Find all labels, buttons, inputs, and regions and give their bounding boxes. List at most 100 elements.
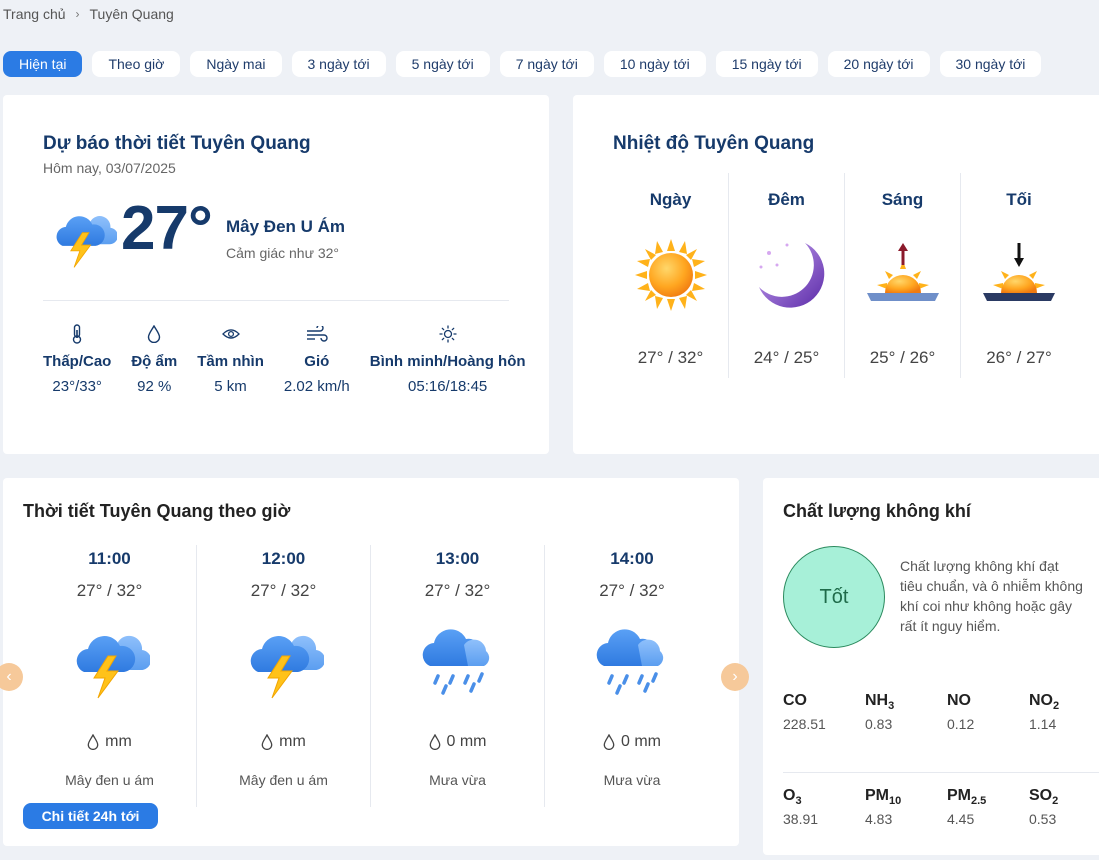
hour-rain-value: 0 mm <box>621 733 661 750</box>
stat-value: 5 km <box>214 378 247 395</box>
pollutant-value: 0.12 <box>947 716 975 733</box>
sunrise-icon <box>867 243 939 301</box>
current-weather-card: Dự báo thời tiết Tuyên Quang Hôm nay, 03… <box>3 95 549 454</box>
breadcrumb: Trang chủ › Tuyên Quang <box>3 6 174 22</box>
forecast-range-tabs: Hiện tại Theo giờ Ngày mai 3 ngày tới 5 … <box>3 51 1042 77</box>
breadcrumb-current: Tuyên Quang <box>89 6 174 22</box>
pollutant-value: 4.45 <box>947 811 975 828</box>
hour-temperature: 27° / 32° <box>599 581 665 600</box>
pollutant-name: PM2.5 <box>947 787 987 808</box>
current-weather-title: Dự báo thời tiết Tuyên Quang <box>43 133 311 154</box>
stat-visibility: Tầm nhìn 5 km <box>187 323 274 395</box>
period-label: Tối <box>1006 190 1032 209</box>
temperature-card: Nhiệt độ Tuyên Quang Ngày 27° / 32° Đêm … <box>573 95 1099 454</box>
hour-item: 11:00 27° / 32° mm Mây đen u ám <box>23 545 197 807</box>
hour-temperature: 27° / 32° <box>250 581 317 600</box>
breadcrumb-home-link[interactable]: Trang chủ <box>3 6 66 22</box>
pollutant-name: NO <box>947 692 971 709</box>
pollutant-co: CO 228.51 <box>783 692 865 772</box>
hour-description: Mây đen u ám <box>65 772 154 788</box>
tab-5-ngay[interactable]: 5 ngày tới <box>395 51 490 77</box>
pollutant-nh3: NH3 0.83 <box>865 692 947 772</box>
tab-30-ngay[interactable]: 30 ngày tới <box>939 51 1042 77</box>
period-temperature: 27° / 32° <box>637 348 704 367</box>
pollutant-name: SO2 <box>1029 787 1059 808</box>
thunderstorm-cloud-icon <box>70 620 150 700</box>
hourly-title: Thời tiết Tuyên Quang theo giờ <box>23 501 291 521</box>
pollutant-value: 38.91 <box>783 811 819 828</box>
tab-ngay-mai[interactable]: Ngày mai <box>190 51 282 77</box>
air-quality-description: Chất lượng không khí đạt tiêu chuẩn, và … <box>900 558 1083 634</box>
period-temperature: 25° / 26° <box>869 348 936 367</box>
detail-24h-button[interactable]: Chi tiết 24h tới <box>23 803 158 829</box>
chevron-right-icon: › <box>75 7 80 21</box>
rain-drop-icon <box>603 734 615 750</box>
tab-3-ngay[interactable]: 3 ngày tới <box>291 51 386 77</box>
visibility-eye-icon <box>197 323 264 345</box>
pollutant-name: NO2 <box>1029 692 1060 713</box>
rain-drop-icon <box>87 734 99 750</box>
stat-value: 2.02 km/h <box>283 378 350 395</box>
rain-cloud-icon <box>418 620 498 700</box>
rain-drop-icon <box>429 734 440 750</box>
pollutant-value: 1.14 <box>1029 716 1057 733</box>
tab-7-ngay[interactable]: 7 ngày tới <box>499 51 594 77</box>
stat-label: Bình minh/Hoàng hôn <box>369 353 526 370</box>
stat-low-high: Thấp/Cao 23°/33° <box>33 323 121 395</box>
tab-15-ngay[interactable]: 15 ngày tới <box>715 51 818 77</box>
period-evening: Tối 26° / 27° <box>961 173 1077 378</box>
pollutant-value: 0.83 <box>865 716 893 733</box>
hour-rain-value: mm <box>279 733 306 750</box>
stat-value: 05:16/18:45 <box>408 378 488 395</box>
hour-rain: 0 mm <box>371 733 544 751</box>
pollutant-value: 228.51 <box>783 716 826 733</box>
air-quality-card: Chất lượng không khí Tốt Chất lượng khôn… <box>763 478 1099 855</box>
period-label: Đêm <box>768 190 805 209</box>
sunset-icon <box>983 243 1055 301</box>
moon-icon <box>759 243 825 308</box>
hour-rain: mm <box>197 733 370 751</box>
current-date: Hôm nay, 03/07/2025 <box>43 160 176 176</box>
thunderstorm-cloud-icon <box>51 203 117 269</box>
tab-theo-gio[interactable]: Theo giờ <box>92 51 181 77</box>
prev-arrow-button[interactable]: ‹ <box>0 663 23 691</box>
hour-item: 12:00 27° / 32° mm Mây đen u ám <box>197 545 371 807</box>
period-temperature: 26° / 27° <box>986 348 1052 367</box>
pollutant-no: NO 0.12 <box>947 692 1029 772</box>
air-quality-title: Chất lượng không khí <box>783 501 971 521</box>
feels-like: Cảm giác như 32° <box>226 245 340 261</box>
hour-description: Mưa vừa <box>429 772 486 788</box>
stat-label: Gió <box>304 353 330 370</box>
tab-20-ngay[interactable]: 20 ngày tới <box>827 51 930 77</box>
sun-icon <box>635 239 707 311</box>
divider <box>43 300 509 301</box>
hour-item: 13:00 27° / 32° 0 mm Mưa vừa <box>371 545 545 807</box>
pollutant-name: O3 <box>783 787 802 808</box>
stat-value: 92 % <box>137 378 172 395</box>
hour-rain: mm <box>23 733 196 751</box>
tab-10-ngay[interactable]: 10 ngày tới <box>603 51 706 77</box>
tab-hien-tai[interactable]: Hiện tại <box>3 51 83 77</box>
stat-label: Thấp/Cao <box>43 353 112 370</box>
period-label: Sáng <box>881 190 924 209</box>
next-arrow-button[interactable]: › <box>721 663 749 691</box>
hour-time: 13:00 <box>435 549 480 568</box>
hour-time: 12:00 <box>261 549 306 568</box>
air-quality-status-badge: Tốt <box>783 546 885 648</box>
stat-sunrise-sunset: Bình minh/Hoàng hôn 05:16/18:45 <box>360 323 536 395</box>
pollutant-no2: NO2 1.14 <box>1029 692 1099 772</box>
hourly-forecast-card: Thời tiết Tuyên Quang theo giờ 11:00 27°… <box>0 478 749 846</box>
temperature-periods: Ngày 27° / 32° Đêm 24° / 25° Sáng 25° / … <box>613 173 1077 378</box>
hour-temperature: 27° / 32° <box>76 581 143 600</box>
current-temperature: 27° <box>121 194 213 263</box>
stat-label: Tầm nhìn <box>197 353 264 370</box>
pollutant-pm25: PM2.5 4.45 <box>947 772 1029 852</box>
pollutant-o3: O3 38.91 <box>783 772 865 852</box>
air-quality-status: Tốt <box>819 585 849 608</box>
stat-humidity: Độ ẩm 92 % <box>121 323 187 395</box>
current-stats: Thấp/Cao 23°/33° Độ ẩm 92 % Tầm nhìn 5 k… <box>33 323 536 395</box>
hour-temperature: 27° / 32° <box>424 581 491 600</box>
hour-item: 14:00 27° / 32° 0 mm Mưa vừa <box>545 545 719 807</box>
stat-value: 23°/33° <box>52 378 102 395</box>
rain-drop-icon <box>261 734 273 750</box>
